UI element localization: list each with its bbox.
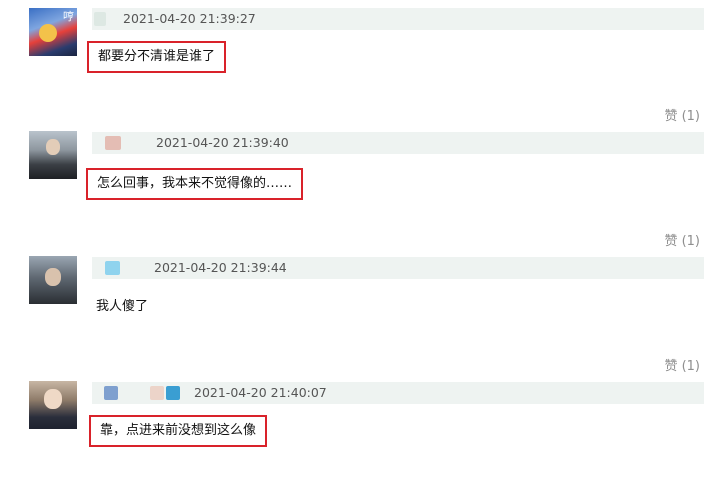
like-button[interactable]: 赞 (1) [664, 355, 700, 374]
comment-timestamp: 2021-04-20 21:39:27 [123, 11, 256, 26]
comment-meta: 2021-04-20 21:39:40 [92, 132, 704, 154]
comment-text: 都要分不清谁是谁了 [87, 41, 227, 73]
comment-text: 靠，点进来前没想到这么像 [89, 415, 268, 447]
user-avatar[interactable] [29, 256, 77, 304]
comment-timestamp: 2021-04-20 21:40:07 [194, 385, 327, 400]
username-blurred[interactable] [105, 261, 120, 275]
like-button[interactable]: 赞 (1) [664, 230, 700, 249]
like-button[interactable]: 赞 (1) [664, 105, 700, 124]
avatar-face [45, 268, 61, 286]
username-blurred[interactable] [104, 386, 118, 400]
comment-timestamp: 2021-04-20 21:39:44 [154, 260, 287, 275]
comment-item: 2021-04-20 21:39:44 我人傻了 赞 (1) [0, 250, 720, 375]
comment-meta: 2021-04-20 21:40:07 [92, 382, 704, 404]
username-blurred[interactable] [105, 136, 121, 150]
comment-list: 哼 2021-04-20 21:39:27 都要分不清谁是谁了 赞 (1) 20… [0, 0, 720, 477]
avatar-face [46, 139, 60, 155]
user-avatar[interactable] [29, 381, 77, 429]
comment-item: 2021-04-20 21:40:07 靠，点进来前没想到这么像 [0, 375, 720, 477]
comment-item: 2021-04-20 21:39:40 怎么回事，我本来不觉得像的…… 赞 (1… [0, 125, 720, 250]
comment-text: 我人傻了 [96, 299, 149, 314]
avatar-decoration [39, 24, 57, 42]
comment-item: 哼 2021-04-20 21:39:27 都要分不清谁是谁了 赞 (1) [0, 0, 720, 125]
comment-text: 怎么回事，我本来不觉得像的…… [86, 168, 304, 200]
comment-timestamp: 2021-04-20 21:39:40 [156, 135, 289, 150]
comment-meta: 2021-04-20 21:39:44 [92, 257, 704, 279]
avatar-face [44, 389, 62, 409]
username-blurred[interactable] [94, 12, 106, 26]
avatar-text: 哼 [63, 10, 74, 23]
comment-meta: 2021-04-20 21:39:27 [92, 8, 704, 30]
username-blurred[interactable] [150, 386, 164, 400]
username-blurred[interactable] [166, 386, 180, 400]
user-avatar[interactable] [29, 131, 77, 179]
user-avatar[interactable]: 哼 [29, 8, 77, 56]
